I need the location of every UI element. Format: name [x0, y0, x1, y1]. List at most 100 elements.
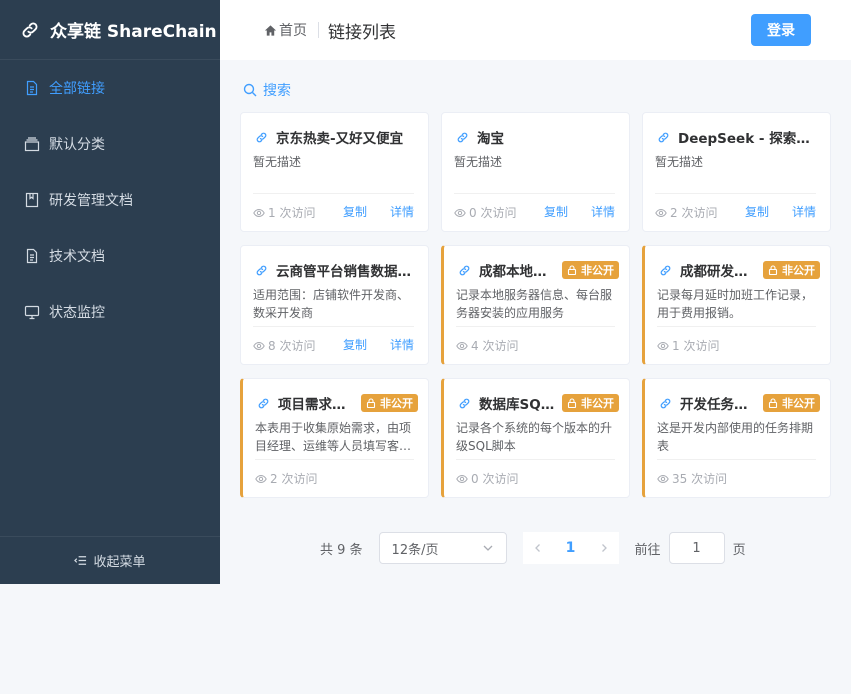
breadcrumb-home[interactable]: 首页 [264, 20, 307, 40]
card-title[interactable]: 京东热卖-又好又便宜 [276, 127, 418, 147]
link-icon [457, 132, 468, 142]
card-description: 暂无描述 [253, 155, 302, 169]
folder-icon [24, 137, 40, 152]
visit-count: 4 次访问 [456, 337, 615, 354]
card-header: 淘宝 [456, 127, 619, 147]
card-title[interactable]: 数据库SQL脚本 [479, 393, 556, 413]
private-badge: 非公开 [763, 394, 820, 412]
sidebar-item-all-links[interactable]: 全部链接 [0, 60, 220, 116]
visit-count: 2 次访问 [255, 470, 414, 487]
card-description: 暂无描述 [454, 155, 503, 169]
card-footer: 2 次访问 [255, 459, 414, 487]
sidebar-item-label: 全部链接 [49, 81, 105, 97]
bookmark-icon [25, 192, 39, 208]
card-footer: 0 次访问 [456, 459, 615, 487]
card-footer: 8 次访问 复制 详情 [253, 326, 414, 354]
menu-fold-icon [74, 556, 87, 565]
eye-icon [255, 474, 267, 483]
private-badge-label: 非公开 [581, 264, 614, 277]
visit-count-label: 2 次访问 [670, 206, 718, 220]
link-icon [258, 398, 269, 408]
visit-count-label: 1 次访问 [268, 206, 316, 220]
lock-icon [366, 398, 376, 408]
page-list: 1 [522, 532, 619, 564]
search-label: 搜索 [263, 83, 291, 99]
home-icon [264, 24, 277, 36]
brand-name: 众享链 ShareChain [50, 22, 217, 42]
card-header: 项目需求收集 非公开 [257, 393, 418, 413]
link-card[interactable]: DeepSeek - 探索未至之境暂无描述 2 次访问 复制 详情 [642, 112, 831, 232]
collapse-menu-button[interactable]: 收起菜单 [0, 536, 220, 584]
card-footer: 2 次访问 复制 详情 [655, 193, 816, 221]
link-icon [459, 398, 470, 408]
visit-count: 1 次访问 [657, 337, 816, 354]
visit-count-label: 0 次访问 [469, 206, 517, 220]
login-button[interactable]: 登录 [751, 14, 811, 46]
link-card[interactable]: 京东热卖-又好又便宜暂无描述 1 次访问 复制 详情 [240, 112, 429, 232]
search-button[interactable]: 搜索 [243, 80, 291, 100]
card-footer: 1 次访问 [657, 326, 816, 354]
sidebar-item-label: 默认分类 [49, 137, 105, 153]
card-title[interactable]: DeepSeek - 探索未至之境 [678, 127, 820, 147]
eye-icon [657, 474, 669, 483]
sidebar-item-label: 状态监控 [49, 305, 105, 321]
copy-button[interactable]: 复制 [343, 203, 367, 220]
private-badge-label: 非公开 [380, 397, 413, 410]
visit-count: 8 次访问 [253, 337, 320, 354]
copy-button[interactable]: 复制 [544, 203, 568, 220]
visit-count: 0 次访问 [456, 470, 615, 487]
detail-button[interactable]: 详情 [591, 203, 615, 220]
detail-button[interactable]: 详情 [390, 336, 414, 353]
goto-page-input[interactable] [668, 532, 725, 564]
link-card[interactable]: 数据库SQL脚本 非公开记录各个系统的每个版本的升级SQL脚本 0 次访问 [441, 378, 630, 498]
sidebar-item-rd-docs[interactable]: 研发管理文档 [0, 172, 220, 228]
card-footer: 4 次访问 [456, 326, 615, 354]
detail-button[interactable]: 详情 [390, 203, 414, 220]
private-badge: 非公开 [763, 261, 820, 279]
link-card[interactable]: 开发任务排期 非公开这是开发内部使用的任务排期表 35 次访问 [642, 378, 831, 498]
pagination: 共 9 条 12条/页 1 前往 页 [320, 532, 746, 564]
visit-count-label: 4 次访问 [471, 339, 519, 353]
link-icon [256, 132, 267, 142]
link-icon [256, 265, 267, 275]
link-card[interactable]: 成都研发加班 非公开 记录每月延时加班工作记录，用于费用报销。 1 次访问 [642, 245, 831, 365]
copy-button[interactable]: 复制 [343, 336, 367, 353]
visit-count-label: 35 次访问 [672, 472, 728, 486]
prev-page-icon[interactable] [533, 543, 543, 553]
page-number-current[interactable]: 1 [566, 540, 576, 556]
link-card[interactable]: 项目需求收集 非公开本表用于收集原始需求，由项目经理、运维等人员填写客户需求 2 次… [240, 378, 429, 498]
copy-button[interactable]: 复制 [745, 203, 769, 220]
eye-icon [655, 208, 667, 217]
card-title[interactable]: 项目需求收集 [278, 393, 355, 413]
link-icon [660, 398, 671, 408]
link-card[interactable]: 淘宝暂无描述 0 次访问 复制 详情 [441, 112, 630, 232]
private-badge-label: 非公开 [782, 264, 815, 277]
detail-button[interactable]: 详情 [792, 203, 816, 220]
sidebar-item-default-category[interactable]: 默认分类 [0, 116, 220, 172]
goto-label: 前往 [634, 542, 661, 558]
eye-icon [456, 341, 468, 350]
header: 首页 链接列表 登录 [220, 0, 851, 60]
private-badge: 非公开 [361, 394, 418, 412]
card-title[interactable]: 云商管平台销售数据看板 [276, 260, 418, 280]
page-title: 链接列表 [328, 22, 396, 43]
page-size-select[interactable]: 12条/页 [378, 532, 507, 564]
link-card[interactable]: 云商管平台销售数据看板 适用范围：店铺软件开发商、数采开发商 8 次访问 复制 详情 [240, 245, 429, 365]
next-page-icon[interactable] [599, 543, 609, 553]
lock-icon [768, 398, 778, 408]
sidebar: 众享链 ShareChain 全部链接 默认分类 研发管理文档 技术文档 状态监… [0, 0, 220, 584]
sidebar-item-tech-docs[interactable]: 技术文档 [0, 228, 220, 284]
brand[interactable]: 众享链 ShareChain [0, 0, 220, 60]
card-description: 这是开发内部使用的任务排期表 [657, 421, 814, 453]
card-title[interactable]: 成都本地服务器 [479, 260, 556, 280]
sidebar-item-status-monitor[interactable]: 状态监控 [0, 284, 220, 340]
card-header: 开发任务排期 非公开 [659, 393, 820, 413]
card-title[interactable]: 淘宝 [477, 127, 619, 147]
card-title[interactable]: 开发任务排期 [680, 393, 757, 413]
breadcrumb-home-label: 首页 [279, 23, 307, 39]
eye-icon [456, 474, 468, 483]
card-title[interactable]: 成都研发加班 [680, 260, 757, 280]
visit-count: 2 次访问 [655, 204, 722, 221]
document-icon [26, 248, 38, 264]
link-card[interactable]: 成都本地服务器 非公开记录本地服务器信息、每台服务器安装的应用服务 4 次访问 [441, 245, 630, 365]
